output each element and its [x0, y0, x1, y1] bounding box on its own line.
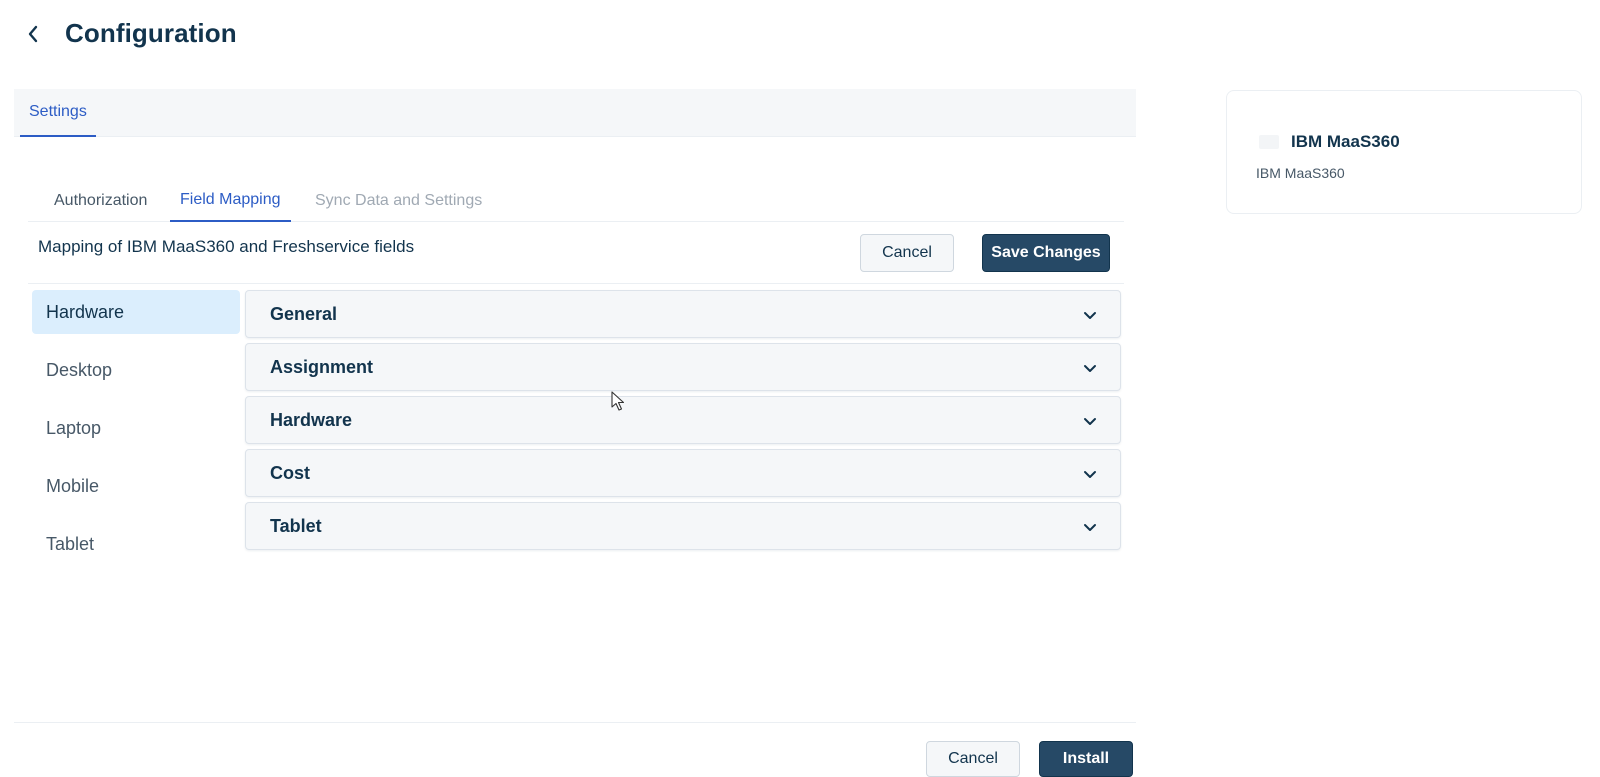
- page-title: Configuration: [65, 18, 237, 48]
- section-cost[interactable]: Cost: [245, 449, 1121, 497]
- tab-settings[interactable]: Settings: [20, 89, 96, 137]
- chevron-left-icon: [28, 25, 38, 43]
- chevron-down-icon: [1084, 524, 1096, 531]
- page-header: Configuration: [0, 0, 1600, 70]
- tab-field-mapping[interactable]: Field Mapping: [170, 180, 291, 222]
- mapping-title: Mapping of IBM MaaS360 and Freshservice …: [38, 237, 415, 256]
- section-tablet[interactable]: Tablet: [245, 502, 1121, 550]
- mouse-cursor-icon: [611, 391, 625, 411]
- section-label: Cost: [270, 463, 310, 483]
- subtab-bar: Authorization Field Mapping Sync Data an…: [28, 180, 1124, 222]
- nav-item-tablet[interactable]: Tablet: [32, 522, 240, 566]
- app-logo-icon: [1259, 135, 1279, 149]
- section-label: Hardware: [270, 410, 353, 430]
- mapping-header: Mapping of IBM MaaS360 and Freshservice …: [28, 222, 1124, 284]
- footer-cancel-button[interactable]: Cancel: [926, 741, 1020, 777]
- tab-sync-data-and-settings: Sync Data and Settings: [315, 192, 483, 209]
- chevron-down-icon: [1084, 365, 1096, 372]
- nav-item-laptop[interactable]: Laptop: [32, 406, 240, 450]
- field-sections: General Assignment Hardware Cost Tablet: [245, 290, 1121, 555]
- app-subtitle: IBM MaaS360: [1256, 165, 1345, 181]
- chevron-down-icon: [1084, 471, 1096, 478]
- section-hardware[interactable]: Hardware: [245, 396, 1121, 444]
- section-label: Tablet: [270, 516, 322, 536]
- section-label: Assignment: [270, 357, 374, 377]
- save-changes-button[interactable]: Save Changes: [982, 234, 1110, 272]
- tab-authorization[interactable]: Authorization: [44, 180, 157, 222]
- footer-divider: [14, 722, 1136, 723]
- section-assignment[interactable]: Assignment: [245, 343, 1121, 391]
- install-button[interactable]: Install: [1039, 741, 1133, 777]
- section-general[interactable]: General: [245, 290, 1121, 338]
- asset-type-nav: Hardware Desktop Laptop Mobile Tablet: [32, 290, 240, 580]
- app-name: IBM MaaS360: [1291, 132, 1400, 151]
- back-button[interactable]: [22, 22, 44, 46]
- chevron-down-icon: [1084, 418, 1096, 425]
- app-card: IBM MaaS360 IBM MaaS360: [1226, 90, 1582, 214]
- nav-item-mobile[interactable]: Mobile: [32, 464, 240, 508]
- nav-item-desktop[interactable]: Desktop: [32, 348, 240, 392]
- nav-item-hardware[interactable]: Hardware: [32, 290, 240, 334]
- chevron-down-icon: [1084, 312, 1096, 319]
- section-label: General: [270, 304, 338, 324]
- settings-tabbar: Settings: [14, 89, 1136, 137]
- cancel-button[interactable]: Cancel: [860, 234, 954, 272]
